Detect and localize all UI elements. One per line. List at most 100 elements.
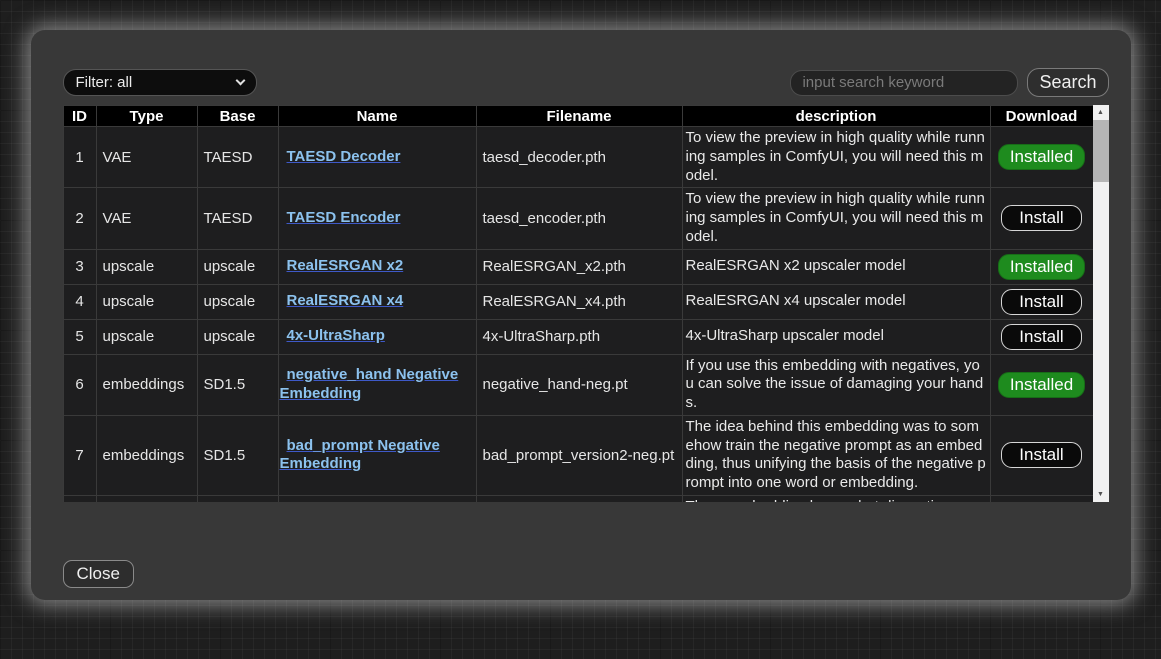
cell-base: upscale (197, 249, 278, 284)
model-link[interactable]: TAESD Encoder (287, 209, 401, 226)
install-button[interactable]: Install (1001, 205, 1081, 231)
model-link[interactable]: RealESRGAN x4 (287, 292, 404, 309)
installed-badge: Installed (998, 254, 1085, 280)
cell-description: To view the preview in high quality whil… (682, 127, 990, 188)
cell-name: RealESRGAN x4 (278, 284, 476, 319)
cell-name (278, 495, 476, 502)
cell-base: SD1.5 (197, 354, 278, 415)
cell-filename: RealESRGAN_x2.pth (476, 249, 682, 284)
column-header-name: Name (278, 106, 476, 127)
cell-filename: bad_prompt_version2-neg.pt (476, 415, 682, 495)
cell-description: If you use this embedding with negatives… (682, 354, 990, 415)
cell-name: TAESD Encoder (278, 188, 476, 249)
cell-type: upscale (96, 284, 197, 319)
model-table-viewport: ID Type Base Name Filename description D… (63, 105, 1093, 502)
installed-badge: Installed (998, 372, 1085, 398)
cell-filename: negative_hand-neg.pt (476, 354, 682, 415)
cell-id: 2 (63, 188, 96, 249)
column-header-base: Base (197, 106, 278, 127)
table-row: 7embeddingsSD1.5bad_prompt Negative Embe… (63, 415, 1093, 495)
cell-id: 7 (63, 415, 96, 495)
scrollbar-down-icon[interactable]: ▼ (1093, 487, 1109, 502)
cell-type: VAE (96, 188, 197, 249)
model-link[interactable]: bad_prompt Negative Embedding (280, 437, 440, 473)
install-button[interactable]: Install (1001, 289, 1081, 315)
cell-download: Install (990, 188, 1093, 249)
filter-select[interactable]: Filter: all (63, 69, 257, 96)
cell-base (197, 495, 278, 502)
cell-description: 4x-UltraSharp upscaler model (682, 319, 990, 354)
cell-name: 4x-UltraSharp (278, 319, 476, 354)
cell-download: Install (990, 319, 1093, 354)
search-group: Search (790, 68, 1108, 97)
cell-filename: taesd_decoder.pth (476, 127, 682, 188)
table-row: These embedding learn what disgusting co… (63, 495, 1093, 502)
cell-base: TAESD (197, 127, 278, 188)
cell-id: 3 (63, 249, 96, 284)
model-install-dialog: Filter: all Search ID Type Base Name (31, 30, 1131, 600)
cell-description: These embedding learn what disgusting co… (682, 495, 990, 502)
search-input[interactable] (790, 70, 1018, 96)
table-row: 1VAETAESD TAESD Decoder taesd_decoder.pthT… (63, 127, 1093, 188)
column-header-type: Type (96, 106, 197, 127)
cell-id (63, 495, 96, 502)
table-scrollbar[interactable]: ▲ ▼ (1093, 105, 1109, 502)
install-button[interactable]: Install (1001, 324, 1081, 350)
install-button[interactable]: Install (1001, 442, 1081, 468)
cell-download: Install (990, 284, 1093, 319)
cell-description: RealESRGAN x2 upscaler model (682, 249, 990, 284)
scrollbar-up-icon[interactable]: ▲ (1093, 105, 1109, 120)
cell-name: TAESD Decoder (278, 127, 476, 188)
cell-download: Installed (990, 354, 1093, 415)
cell-filename: taesd_encoder.pth (476, 188, 682, 249)
model-link[interactable]: TAESD Decoder (287, 148, 401, 165)
model-link[interactable]: RealESRGAN x2 (287, 257, 404, 274)
close-button[interactable]: Close (63, 560, 134, 588)
installed-badge: Installed (998, 144, 1085, 170)
column-header-filename: Filename (476, 106, 682, 127)
cell-type: upscale (96, 249, 197, 284)
cell-base: upscale (197, 284, 278, 319)
model-link[interactable]: negative_hand Negative Embedding (280, 366, 459, 402)
cell-id: 5 (63, 319, 96, 354)
scrollbar-thumb[interactable] (1093, 120, 1109, 182)
search-button[interactable]: Search (1027, 68, 1108, 97)
table-row: 6embeddingsSD1.5negative_hand Negative E… (63, 354, 1093, 415)
cell-base: upscale (197, 319, 278, 354)
table-row: 4upscaleupscaleRealESRGAN x4RealESRGAN_x… (63, 284, 1093, 319)
cell-download (990, 495, 1093, 502)
chevron-down-icon (235, 76, 245, 86)
column-header-description: description (682, 106, 990, 127)
cell-filename: 4x-UltraSharp.pth (476, 319, 682, 354)
cell-type: VAE (96, 127, 197, 188)
cell-download: Installed (990, 249, 1093, 284)
cell-base: SD1.5 (197, 415, 278, 495)
cell-name: RealESRGAN x2 (278, 249, 476, 284)
model-link[interactable]: 4x-UltraSharp (287, 327, 385, 344)
table-header-row: ID Type Base Name Filename description D… (63, 106, 1093, 127)
table-row: 3upscaleupscaleRealESRGAN x2RealESRGAN_x… (63, 249, 1093, 284)
cell-base: TAESD (197, 188, 278, 249)
cell-id: 1 (63, 127, 96, 188)
cell-id: 6 (63, 354, 96, 415)
cell-description: The idea behind this embedding was to so… (682, 415, 990, 495)
cell-name: negative_hand Negative Embedding (278, 354, 476, 415)
table-body: 1VAETAESDTAESD Decodertaesd_decoder.pthT… (63, 127, 1093, 503)
cell-description: RealESRGAN x4 upscaler model (682, 284, 990, 319)
cell-type: embeddings (96, 354, 197, 415)
table-row: 2VAETAESDTAESD Encodertaesd_encoder.pthT… (63, 188, 1093, 249)
cell-filename (476, 495, 682, 502)
cell-type (96, 495, 197, 502)
cell-name: bad_prompt Negative Embedding (278, 415, 476, 495)
toolbar: Filter: all Search (63, 68, 1109, 97)
column-header-id: ID (63, 106, 96, 127)
model-table: ID Type Base Name Filename description D… (63, 105, 1093, 502)
cell-download: Install (990, 415, 1093, 495)
cell-type: embeddings (96, 415, 197, 495)
cell-type: upscale (96, 319, 197, 354)
cell-id: 4 (63, 284, 96, 319)
column-header-download: Download (990, 106, 1093, 127)
table-row: 5upscaleupscale4x-UltraSharp4x-UltraShar… (63, 319, 1093, 354)
cell-download: Installed (990, 127, 1093, 188)
table-area: ID Type Base Name Filename description D… (63, 105, 1109, 502)
